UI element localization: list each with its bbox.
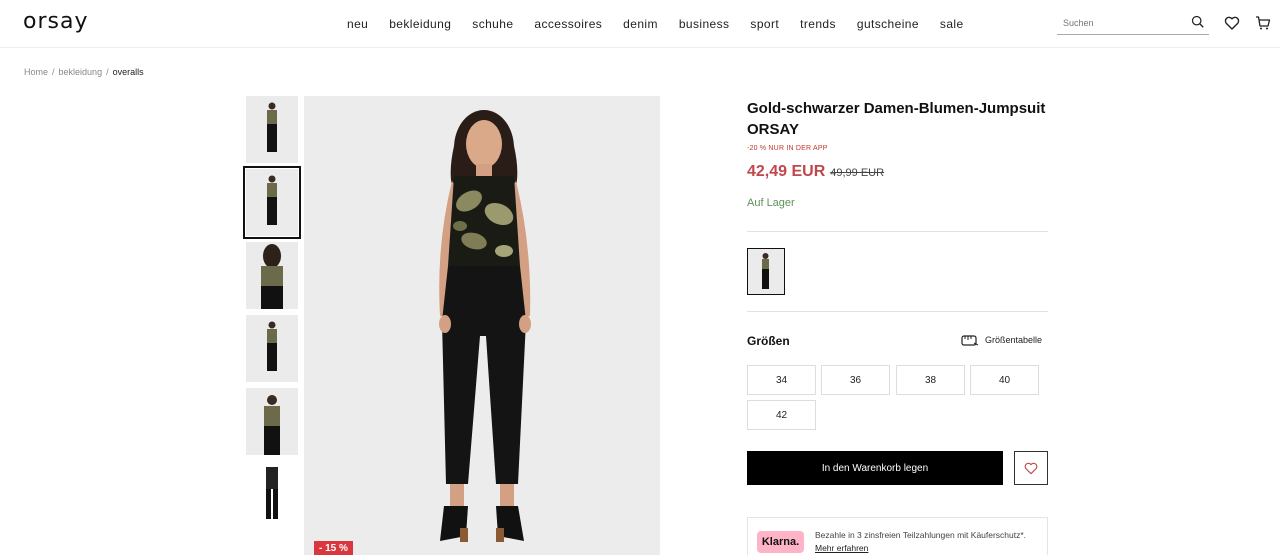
product-info: Gold-schwarzer Damen-Blumen-Jumpsuit ORS… <box>747 96 1048 209</box>
breadcrumb-current: overalls <box>112 67 144 77</box>
heart-icon <box>1024 462 1038 474</box>
nav-item-schuhe[interactable]: schuhe <box>472 17 513 31</box>
app-promo-label: -20 % NUR IN DER APP <box>747 145 828 152</box>
wishlist-heart-icon[interactable] <box>1224 15 1240 31</box>
size-option-34[interactable]: 34 <box>747 365 816 395</box>
color-swatch-thumbnail <box>748 249 783 293</box>
thumbnail-5[interactable] <box>246 388 298 455</box>
nav-item-denim[interactable]: denim <box>623 17 658 31</box>
site-logo[interactable]: orsay <box>23 9 88 34</box>
size-option-36[interactable]: 36 <box>821 365 890 395</box>
nav-item-accessoires[interactable]: accessoires <box>534 17 602 31</box>
add-to-wishlist-button[interactable] <box>1014 451 1048 485</box>
thumbnail-3[interactable] <box>246 242 298 309</box>
size-table-link[interactable]: Größentabelle <box>961 333 1042 347</box>
size-chart-icon <box>961 335 979 346</box>
size-table-label: Größentabelle <box>985 335 1043 345</box>
nav-item-business[interactable]: business <box>679 17 730 31</box>
search-input[interactable] <box>1057 13 1182 33</box>
nav-item-bekleidung[interactable]: bekleidung <box>389 17 451 31</box>
klarna-description: Bezahle in 3 zinsfreien Teilzahlungen mi… <box>815 530 1027 540</box>
price-row: 42,49 EUR 49,99 EUR <box>747 163 1048 181</box>
color-swatch[interactable] <box>747 248 785 295</box>
model-photo <box>304 96 660 555</box>
breadcrumb-separator: / <box>106 67 109 77</box>
stock-status: Auf Lager <box>747 197 795 209</box>
thumbnail-2[interactable] <box>243 166 301 239</box>
nav-item-sale[interactable]: sale <box>940 17 964 31</box>
klarna-learn-more-link[interactable]: Mehr erfahren <box>815 543 868 553</box>
main-nav: neu bekleidung schuhe accessoires denim … <box>347 0 985 48</box>
nav-item-sport[interactable]: sport <box>750 17 779 31</box>
thumbnail-4[interactable] <box>246 315 298 382</box>
search-box <box>1057 13 1209 35</box>
product-title: Gold-schwarzer Damen-Blumen-Jumpsuit ORS… <box>747 100 1046 138</box>
breadcrumb: Home / bekleidung / overalls <box>24 67 144 77</box>
add-to-cart-button[interactable]: In den Warenkorb legen <box>747 451 1003 485</box>
size-option-42[interactable]: 42 <box>747 400 816 430</box>
thumbnail-1[interactable] <box>246 96 298 163</box>
discount-badge: - 15 % <box>314 541 353 555</box>
search-icon[interactable] <box>1191 15 1205 29</box>
current-price: 42,49 EUR <box>747 163 826 180</box>
divider <box>747 231 1048 232</box>
sizes-label: Größen <box>747 334 790 348</box>
nav-item-gutscheine[interactable]: gutscheine <box>857 17 919 31</box>
breadcrumb-separator: / <box>52 67 55 77</box>
nav-item-neu[interactable]: neu <box>347 17 368 31</box>
site-header: orsay neu bekleidung schuhe accessoires … <box>0 0 1280 48</box>
klarna-logo: Klarna. <box>757 531 804 553</box>
cart-icon[interactable] <box>1255 15 1271 31</box>
size-option-40[interactable]: 40 <box>970 365 1039 395</box>
size-option-38[interactable]: 38 <box>896 365 965 395</box>
klarna-info-box: Klarna. Bezahle in 3 zinsfreien Teilzahl… <box>747 517 1048 555</box>
klarna-text: Bezahle in 3 zinsfreien Teilzahlungen mi… <box>815 529 1043 555</box>
nav-item-trends[interactable]: trends <box>800 17 836 31</box>
divider <box>747 311 1048 312</box>
main-product-image[interactable] <box>304 96 660 555</box>
breadcrumb-bekleidung[interactable]: bekleidung <box>59 67 103 77</box>
breadcrumb-home[interactable]: Home <box>24 67 48 77</box>
thumbnail-6[interactable] <box>246 461 298 528</box>
old-price: 49,99 EUR <box>830 167 885 179</box>
